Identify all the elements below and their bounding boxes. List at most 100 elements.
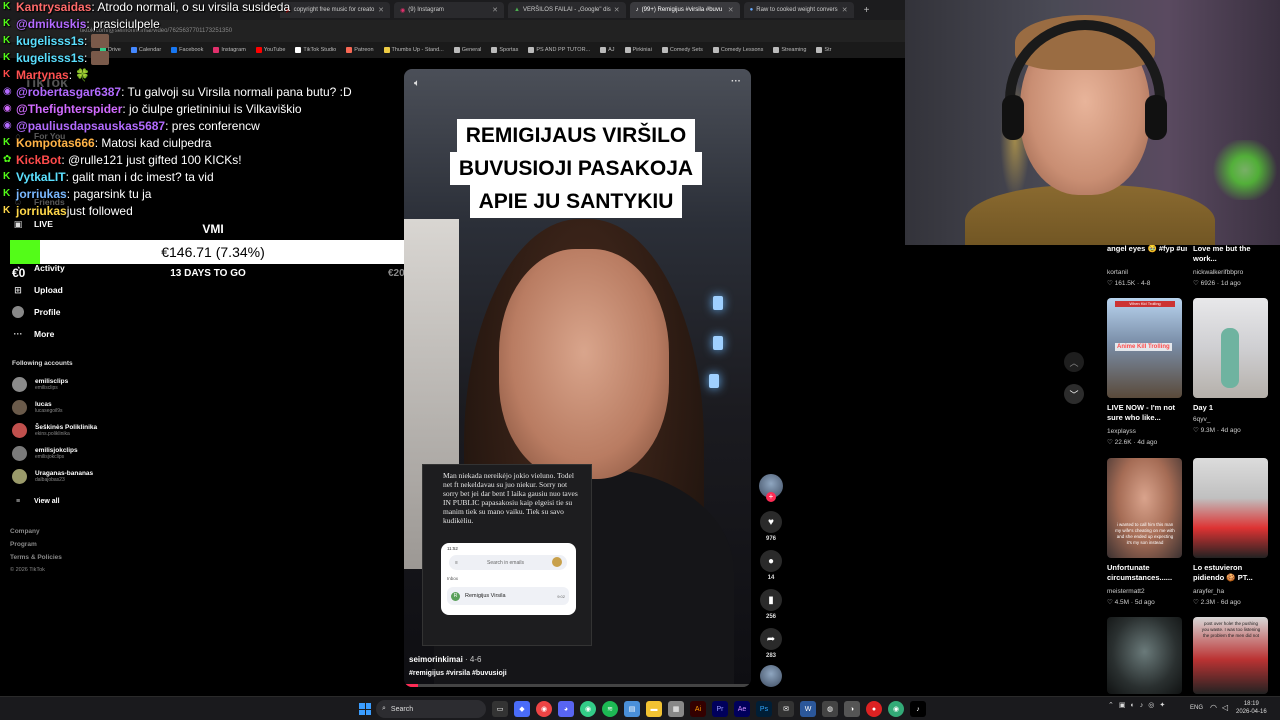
bookmark-tiktok-studio[interactable]: TikTok Studio <box>295 47 336 53</box>
folder-icon[interactable]: ▬ <box>646 701 662 717</box>
taskbar-clock[interactable]: 18:19 2026-04-16 <box>1236 700 1267 716</box>
bookmark-patreon[interactable]: Patreon <box>346 47 374 53</box>
rec-thumbnail[interactable] <box>1107 617 1182 694</box>
chrome-icon[interactable]: ◉ <box>580 701 596 717</box>
video-author[interactable]: seimorinkimai · 4-6 <box>409 655 481 664</box>
bookmark-facebook[interactable]: Facebook <box>171 47 203 53</box>
footer-link-program[interactable]: Program <box>10 541 37 548</box>
previous-video-button[interactable]: ︿ <box>1064 352 1084 372</box>
bookmark-folder-aj[interactable]: AJ <box>600 47 615 53</box>
bookmark-folder-streaming[interactable]: Streaming <box>773 47 806 53</box>
copilot-icon[interactable]: ◆ <box>514 701 530 717</box>
tray-app-icon[interactable]: ◐ <box>1131 702 1135 709</box>
rec-author[interactable]: meistermatt2 <box>1107 588 1145 595</box>
close-icon[interactable]: ✕ <box>614 6 620 14</box>
rec-title[interactable]: Love me but the work... <box>1193 244 1268 264</box>
share-action[interactable]: ➦ 283 <box>758 628 784 659</box>
sound-disc-icon[interactable] <box>760 665 782 687</box>
rec-thumbnail[interactable]: i wanted to call him this man my wife's … <box>1107 458 1182 558</box>
taskbar-search[interactable]: ⌕ Search <box>376 700 486 718</box>
chrome-icon[interactable]: ◉ <box>888 701 904 717</box>
bookmark-folder-comedy-sets[interactable]: Comedy Sets <box>661 47 703 53</box>
nav-profile[interactable]: Profile <box>12 306 60 318</box>
rec-title[interactable]: LIVE NOW - I'm not sure who like... <box>1107 403 1185 423</box>
follow-icon[interactable]: + <box>766 492 776 502</box>
like-action[interactable]: ♥ 976 <box>758 511 784 542</box>
save-action[interactable]: ▮ 256 <box>758 589 784 620</box>
after-effects-icon[interactable]: Ae <box>734 701 750 717</box>
view-all-button[interactable]: ≡ View all <box>12 495 60 507</box>
browser-tab-1[interactable]: ▶ copyright free music for creato ✕ <box>280 2 390 18</box>
mail-icon[interactable]: ✉ <box>778 701 794 717</box>
rec-thumbnail[interactable] <box>1193 298 1268 398</box>
tray-app-icon[interactable]: ♪ <box>1140 702 1144 709</box>
store-icon[interactable]: ▦ <box>668 701 684 717</box>
following-account[interactable]: Uraganas-bananas dalbajobas23 <box>12 469 93 484</box>
video-player[interactable]: 🔈︎ ··· REMIGIJAUS VIRŠILO BUVUSIOJI PASA… <box>404 69 751 687</box>
close-icon[interactable]: ✕ <box>728 6 734 14</box>
browser-tab-3[interactable]: ▲ VERŠILOS FAILAI - „Google" dis ✕ <box>508 2 626 18</box>
bookmark-icon[interactable]: ▮ <box>760 589 782 611</box>
rec-thumbnail[interactable]: post over hole! the pushing you waste. I… <box>1193 617 1268 694</box>
rec-author[interactable]: 6qyv_ <box>1193 416 1210 423</box>
close-icon[interactable]: ✕ <box>378 6 384 14</box>
footer-link-terms[interactable]: Terms & Policies <box>10 554 62 561</box>
rec-author[interactable]: 1explayss <box>1107 428 1136 435</box>
rec-thumbnail[interactable]: When Kid Trolling Anime Kill Trolling <box>1107 298 1182 398</box>
record-icon[interactable]: ● <box>866 701 882 717</box>
volume-icon[interactable]: 🔈︎ <box>414 78 420 89</box>
nav-upload[interactable]: ⊞ Upload <box>12 284 63 296</box>
illustrator-icon[interactable]: Ai <box>690 701 706 717</box>
rec-title[interactable]: angel eyes 🥹 #fyp #unrelease... <box>1107 244 1187 254</box>
bookmark-folder-sportas[interactable]: Sportas <box>491 47 518 53</box>
discord-icon[interactable]: ◕ <box>558 701 574 717</box>
comment-icon[interactable]: ● <box>760 550 782 572</box>
photoshop-icon[interactable]: Ps <box>756 701 772 717</box>
comment-action[interactable]: ● 14 <box>758 550 784 581</box>
spotify-icon[interactable]: ≋ <box>602 701 618 717</box>
rec-author[interactable]: nickwalkerifbbpro <box>1193 269 1243 276</box>
bookmark-calendar[interactable]: Calendar <box>130 47 161 53</box>
bookmark-folder-str[interactable]: Str <box>816 47 831 53</box>
following-account[interactable]: emilisclips emilisclips <box>12 377 68 392</box>
bookmark-youtube[interactable]: YouTube <box>255 47 285 53</box>
following-account[interactable]: Šeškinės Poliklinika ekins.poliklinika <box>12 423 97 438</box>
following-account[interactable]: lucas lucasegoil9s <box>12 400 63 415</box>
heart-icon[interactable]: ♥ <box>760 511 782 533</box>
rec-title[interactable]: Lo estuvieron pidiendo 🍪 PT... <box>1193 563 1271 583</box>
browser-tab-5[interactable]: ● Raw to cooked weight convers ✕ <box>743 2 854 18</box>
app-icon[interactable]: ◑ <box>844 701 860 717</box>
chrome-icon[interactable]: ◉ <box>536 701 552 717</box>
language-indicator[interactable]: ENG <box>1190 705 1203 711</box>
chevron-up-icon[interactable]: ⌃ <box>1108 701 1114 709</box>
nav-more[interactable]: ··· More <box>12 328 55 340</box>
close-icon[interactable]: ✕ <box>492 6 498 14</box>
rec-title[interactable]: Day 1 <box>1193 403 1273 413</box>
video-hashtags[interactable]: #remigijus #virsila #buvusioji <box>409 670 507 677</box>
bookmark-folder-ps[interactable]: PS AND PP TUTOR... <box>528 47 590 53</box>
premiere-icon[interactable]: Pr <box>712 701 728 717</box>
following-account[interactable]: emilisjokclips emilisjokclips <box>12 446 78 461</box>
app-icon[interactable]: ◍ <box>822 701 838 717</box>
tray-app-icon[interactable]: ◎ <box>1148 701 1154 709</box>
video-progress-bar[interactable] <box>404 684 751 687</box>
new-tab-icon[interactable]: + <box>858 5 876 16</box>
bookmark-folder-pirkiniai[interactable]: Pirkiniai <box>624 47 652 53</box>
tiktok-icon[interactable]: ♪ <box>910 701 926 717</box>
volume-icon[interactable]: ◁ <box>1222 703 1228 712</box>
browser-tab-2[interactable]: ◉ (9) Instagram ✕ <box>394 2 504 18</box>
bookmark-instagram[interactable]: Instagram <box>213 47 246 53</box>
browser-tab-active[interactable]: ♪ (99+) Remigijus #virsila #buvu ✕ <box>629 2 740 18</box>
rec-thumbnail[interactable] <box>1193 458 1268 558</box>
windows-start-icon[interactable] <box>359 703 371 715</box>
more-options-icon[interactable]: ··· <box>731 76 741 87</box>
share-icon[interactable]: ➦ <box>760 628 782 650</box>
tray-app-icon[interactable]: ✦ <box>1159 701 1165 709</box>
bookmark-thumbs-up[interactable]: Thumbs Up - Stand... <box>383 47 444 53</box>
word-icon[interactable]: W <box>800 701 816 717</box>
rec-author[interactable]: kortanil <box>1107 269 1128 276</box>
tray-app-icon[interactable]: ▣ <box>1119 701 1126 709</box>
rec-author[interactable]: arayfer_ha <box>1193 588 1224 595</box>
rec-title[interactable]: Unfortunate circumstances...... <box>1107 563 1185 583</box>
files-icon[interactable]: ▤ <box>624 701 640 717</box>
